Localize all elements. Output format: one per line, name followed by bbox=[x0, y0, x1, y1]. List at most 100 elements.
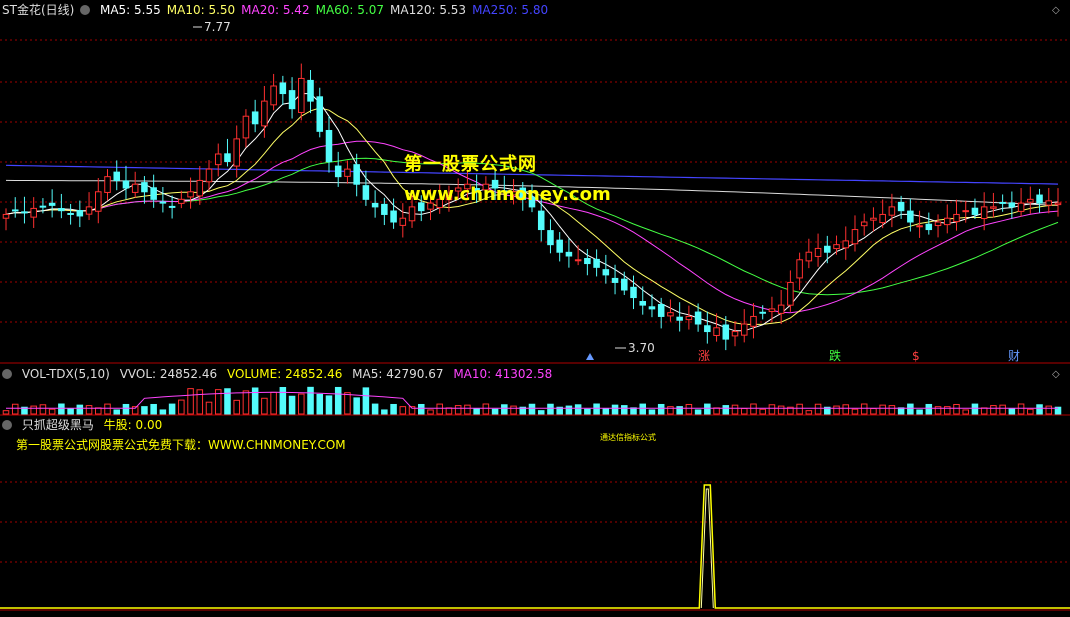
candle-body bbox=[85, 206, 93, 215]
indicator-signal-line bbox=[0, 484, 1070, 609]
volume-bar bbox=[537, 410, 545, 415]
volume-bar bbox=[916, 409, 923, 415]
ind-settings-circle-icon[interactable] bbox=[2, 420, 12, 430]
candle-body bbox=[58, 208, 65, 212]
candle-body bbox=[279, 82, 287, 95]
settings-circle-icon[interactable] bbox=[80, 5, 91, 15]
volume-bar bbox=[547, 403, 554, 415]
volume-bar bbox=[58, 403, 65, 415]
event-marker-triangle bbox=[586, 353, 594, 360]
ind-tiny-text: 通达信指标公式 bbox=[600, 433, 656, 442]
candle-body bbox=[805, 251, 813, 262]
ind-note: 第一股票公式网股票公式免费下载：WWW.CHNMONEY.COM bbox=[16, 438, 346, 452]
candle-body bbox=[722, 324, 730, 340]
volume-bar bbox=[261, 397, 268, 415]
ma-legend-item: MA5: 5.55 bbox=[99, 3, 161, 17]
volume-bar bbox=[657, 403, 665, 415]
candle-body bbox=[953, 213, 960, 223]
candle-body bbox=[334, 165, 342, 178]
candle-body bbox=[159, 201, 167, 204]
volume-bar bbox=[999, 404, 1006, 415]
volume-bar bbox=[814, 403, 822, 415]
volume-bar bbox=[95, 407, 102, 415]
vol-settings-circle-icon[interactable] bbox=[2, 369, 12, 379]
candle-body bbox=[897, 201, 905, 212]
candle-body bbox=[934, 221, 942, 227]
volume-bar bbox=[2, 410, 10, 415]
candle-body bbox=[178, 198, 185, 204]
candle-body bbox=[353, 164, 360, 185]
volume-bar bbox=[242, 390, 250, 415]
expand-icon-vol[interactable]: ◇ bbox=[1052, 370, 1062, 380]
candle-body bbox=[76, 210, 84, 217]
candle-body bbox=[648, 306, 656, 310]
candle-body bbox=[131, 183, 139, 193]
volume-bar bbox=[860, 403, 868, 415]
stock-title[interactable]: ST金花(日线) bbox=[2, 3, 74, 17]
volume-bar bbox=[159, 409, 167, 415]
candle-body bbox=[307, 79, 314, 102]
event-mark-dollar[interactable]: $ bbox=[912, 349, 920, 363]
chart-canvas[interactable] bbox=[0, 0, 1070, 614]
watermark-url: www.chnmoney.com bbox=[404, 184, 611, 205]
volume-bar bbox=[196, 389, 204, 415]
volume-bar bbox=[464, 404, 471, 415]
candle-body bbox=[537, 210, 545, 231]
volume-bar bbox=[427, 409, 434, 415]
volume-bar bbox=[371, 403, 379, 415]
volume-bar bbox=[205, 401, 213, 415]
volume-bar bbox=[454, 405, 462, 415]
expand-icon[interactable]: ◇ bbox=[1052, 6, 1062, 16]
volume-bar bbox=[962, 409, 969, 415]
candle-body bbox=[962, 210, 969, 213]
volume-bar bbox=[888, 405, 896, 415]
event-mark-fall[interactable]: 跌 bbox=[829, 349, 841, 363]
candle-body bbox=[759, 311, 766, 314]
ma10-line bbox=[5, 107, 1059, 325]
candle-body bbox=[750, 315, 757, 327]
event-mark-finance[interactable]: 财 bbox=[1008, 349, 1020, 363]
candle-body bbox=[399, 217, 407, 226]
candle-body bbox=[1008, 202, 1016, 208]
volume-bar bbox=[1008, 408, 1016, 415]
candle-body bbox=[1036, 194, 1043, 204]
volume-bar bbox=[141, 406, 148, 415]
event-mark-rise[interactable]: 涨 bbox=[698, 349, 710, 363]
volume-bar bbox=[178, 399, 185, 415]
main-header: ST金花(日线) MA5: 5.55 MA10: 5.50 MA20: 5.42 MA… bbox=[2, 3, 560, 17]
candle-body bbox=[685, 315, 693, 321]
candle-body bbox=[879, 213, 886, 224]
ind-title[interactable]: 只抓超级黑马 bbox=[22, 418, 94, 432]
volume-bar bbox=[528, 403, 536, 415]
volume-bar bbox=[897, 407, 905, 415]
candle-body bbox=[214, 153, 222, 166]
volume-bar bbox=[602, 408, 610, 415]
volume-bar bbox=[381, 409, 388, 415]
volume-bar bbox=[621, 405, 628, 415]
volume-bar bbox=[750, 403, 757, 415]
candle-body bbox=[1054, 202, 1062, 206]
candle-body bbox=[584, 257, 591, 265]
volume-bar bbox=[694, 409, 702, 415]
candle-body bbox=[768, 308, 776, 312]
volume-bar bbox=[805, 410, 813, 415]
volume-bar bbox=[796, 403, 803, 415]
candle-body bbox=[621, 278, 628, 291]
candle-body bbox=[777, 304, 785, 314]
volume-bar bbox=[104, 403, 111, 415]
candle-body bbox=[916, 225, 923, 228]
candle-body bbox=[796, 259, 803, 279]
volume-bar bbox=[150, 403, 157, 415]
vol-vvol: VVOL: 24852.46 bbox=[119, 367, 218, 381]
volume-bar bbox=[270, 391, 277, 415]
vol-header: VOL-TDX(5,10) VVOL: 24852.46 VOLUME: 248… bbox=[2, 367, 558, 381]
volume-bar bbox=[990, 405, 997, 415]
candle-body bbox=[943, 217, 951, 226]
candle-body bbox=[205, 168, 213, 183]
candle-body bbox=[556, 239, 563, 253]
volume-bar bbox=[630, 407, 637, 415]
candle-body bbox=[141, 182, 148, 193]
vol-title[interactable]: VOL-TDX(5,10) bbox=[22, 367, 110, 381]
volume-bar bbox=[851, 408, 859, 415]
volume-bar bbox=[879, 404, 886, 415]
